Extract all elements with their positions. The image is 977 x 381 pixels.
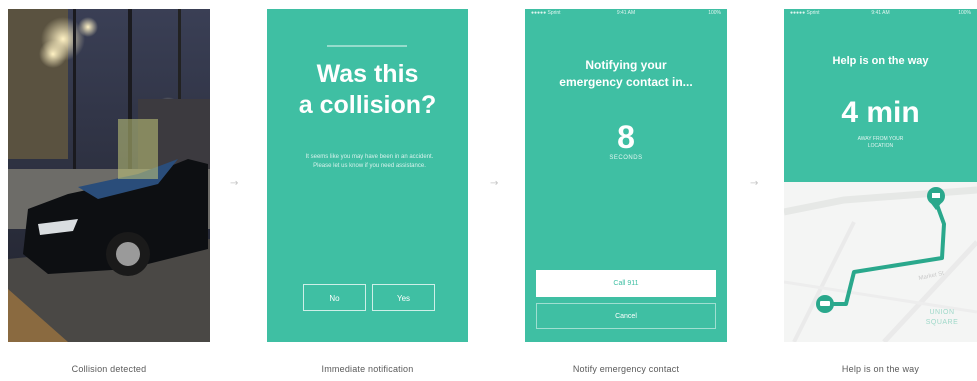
step-caption-notification: Immediate notification [321, 364, 414, 374]
yes-button[interactable]: Yes [372, 284, 435, 311]
notify-title: Notifying your emergency contact in... [525, 57, 727, 91]
eta-sub-line: LOCATION [867, 143, 894, 149]
arrow-icon: → [230, 178, 239, 189]
status-time: 9:41 AM [871, 10, 890, 16]
map-label-line: UNION [929, 309, 955, 316]
help-title: Help is on the way [832, 55, 929, 67]
step-caption-notify: Notify emergency contact [572, 364, 680, 374]
title-line: a collision? [298, 91, 437, 119]
route-map[interactable]: Market St UNION SQUARE [784, 182, 977, 342]
status-bar: ●●●●● Sprint 9:41 AM 100% [784, 9, 977, 17]
cancel-button[interactable]: Cancel [536, 303, 716, 329]
battery-level: 100% [958, 10, 971, 16]
eta-value: 4 min [841, 96, 920, 129]
collision-photo [8, 9, 210, 342]
collision-question-body: It seems like you may have been in an ac… [305, 154, 434, 169]
arrow-icon: → [490, 178, 499, 189]
eta-sub-line: AWAY FROM YOUR [857, 136, 904, 142]
title-line: Notifying your [585, 58, 667, 72]
help-header: ●●●●● Sprint 9:41 AM 100% Help is on the… [784, 9, 977, 182]
collision-question-screen: Was this a collision? It seems like you … [267, 9, 468, 342]
countdown-unit: SECONDS [609, 155, 643, 161]
status-time: 9:41 AM [616, 10, 636, 16]
map-place-label: UNION SQUARE [912, 308, 972, 328]
status-bar: ●●●●● Sprint 9:41 AM 100% [525, 9, 727, 17]
step-caption-help: Help is on the way [841, 364, 920, 374]
notify-contact-screen: ●●●●● Sprint 9:41 AM 100% Notifying your… [525, 9, 727, 342]
title-line: emergency contact in... [559, 75, 693, 89]
collision-question-title: Was this a collision? [267, 59, 468, 121]
help-on-way-screen: ●●●●● Sprint 9:41 AM 100% Help is on the… [784, 9, 977, 342]
location-pin-icon [927, 187, 945, 210]
crash-scene-image [8, 9, 210, 342]
divider [327, 45, 407, 47]
title-line: Was this [316, 60, 419, 88]
step-caption-collision: Collision detected [71, 364, 147, 374]
map-label-line: SQUARE [925, 319, 959, 326]
call-911-button[interactable]: Call 911 [536, 270, 716, 297]
arrow-icon: → [750, 178, 759, 189]
car-icon [816, 295, 834, 313]
countdown-number: 8 [617, 119, 635, 155]
battery-level: 100% [708, 10, 721, 16]
eta-subtitle: AWAY FROM YOUR LOCATION [784, 136, 977, 150]
no-button[interactable]: No [303, 284, 366, 311]
